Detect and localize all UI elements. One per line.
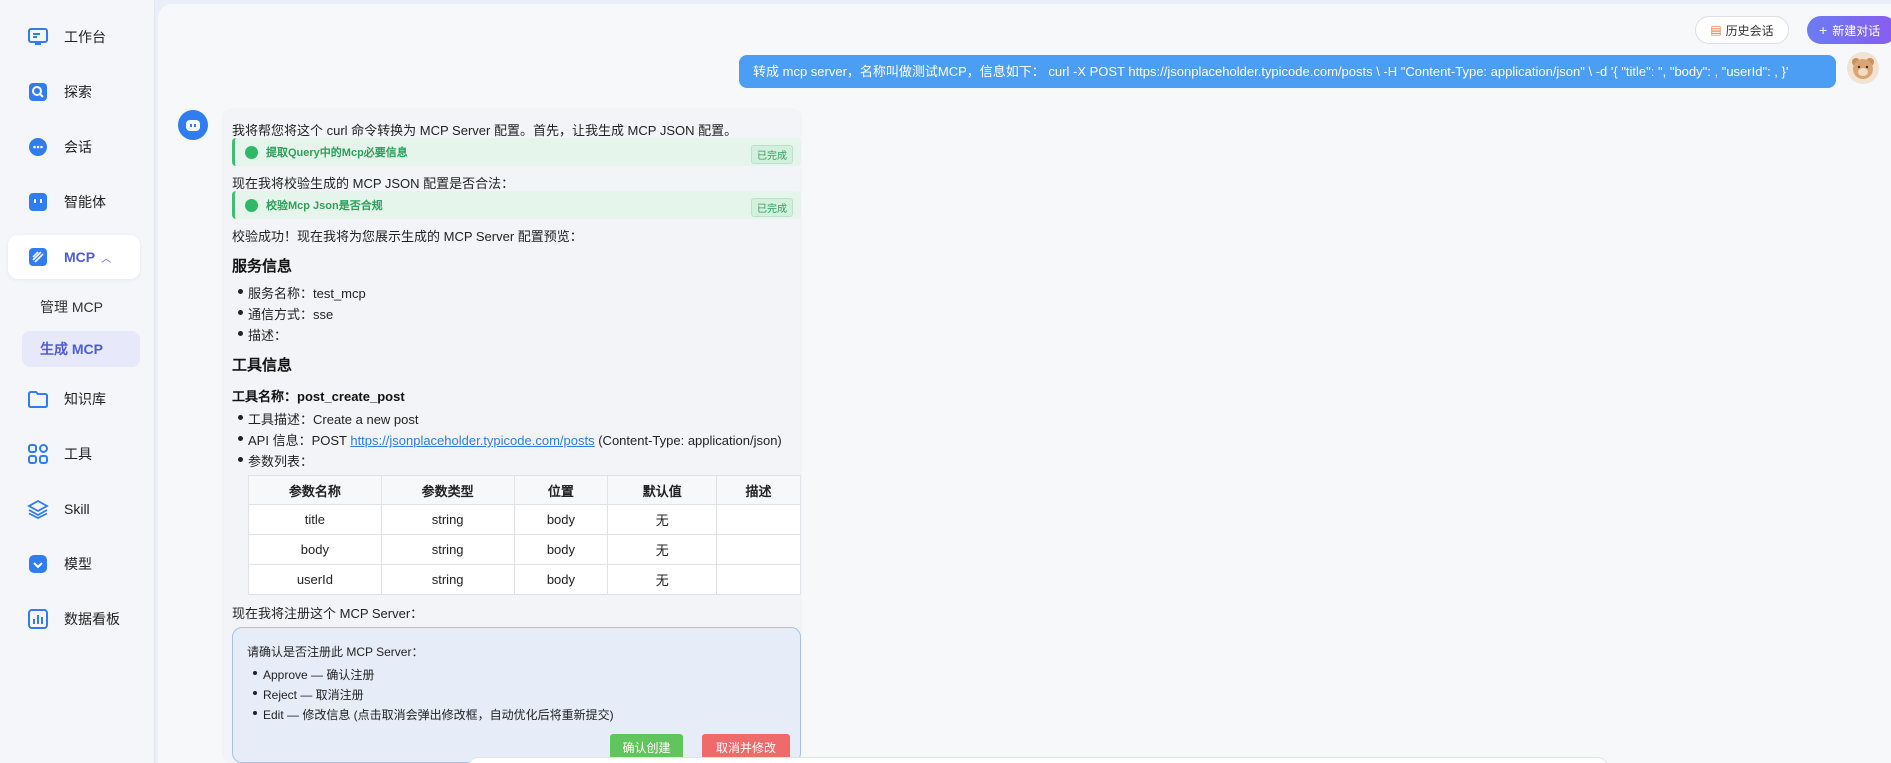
params-table: 参数名称 参数类型 位置 默认值 描述 title string body 无 … bbox=[248, 475, 801, 595]
sidebar: 工作台 探索 会话 智能体 MCP ︿ 管理 MCP 生成 MCP 知识库 工具… bbox=[0, 0, 155, 763]
list-item: Approve — 确认注册 bbox=[252, 668, 375, 682]
chevron-up-icon: ︿ bbox=[101, 253, 112, 265]
sidebar-item-explore[interactable]: 探索 bbox=[8, 70, 140, 114]
sidebar-item-agent[interactable]: 智能体 bbox=[8, 180, 140, 224]
table-cell: 无 bbox=[607, 504, 718, 535]
table-cell: string bbox=[380, 564, 515, 595]
table-cell bbox=[716, 564, 801, 595]
table-cell: body bbox=[513, 504, 609, 535]
grid-icon bbox=[26, 442, 50, 466]
tool-heading: 工具信息 bbox=[232, 357, 293, 374]
robot-icon bbox=[26, 190, 50, 214]
chart-icon bbox=[26, 607, 50, 631]
list-item: 通信方式：sse bbox=[237, 304, 333, 323]
sidebar-item-dashboard[interactable]: 数据看板 bbox=[8, 597, 140, 641]
table-cell bbox=[716, 534, 801, 565]
status-badge: 已完成 bbox=[751, 145, 793, 164]
search-icon bbox=[26, 80, 50, 104]
table-header-row: 参数名称 参数类型 位置 默认值 描述 bbox=[248, 475, 801, 505]
sidebar-item-mcp[interactable]: MCP ︿ bbox=[8, 235, 140, 279]
table-cell: body bbox=[513, 564, 609, 595]
status-badge: 已完成 bbox=[751, 198, 793, 217]
confirm-register-card: 请确认是否注册此 MCP Server： Approve — 确认注册 Reje… bbox=[232, 627, 801, 763]
mcp-icon bbox=[26, 245, 50, 269]
user-message: 转成 mcp server，名称叫做测试MCP，信息如下： curl -X PO… bbox=[739, 55, 1836, 88]
table-row: title string body 无 bbox=[248, 504, 801, 535]
tool-name: 工具名称：post_create_post bbox=[232, 389, 405, 404]
service-heading: 服务信息 bbox=[232, 258, 293, 275]
table-header: 描述 bbox=[716, 475, 801, 505]
step-validate-json[interactable]: 校验Mcp Json是否合规 已完成 bbox=[232, 191, 801, 219]
robot-avatar-icon bbox=[186, 120, 200, 131]
step-extract-info[interactable]: 提取Query中的Mcp必要信息 已完成 bbox=[232, 138, 801, 166]
layers-icon bbox=[26, 497, 50, 521]
sidebar-item-label: 智能体 bbox=[64, 194, 106, 210]
sidebar-item-label: Skill bbox=[64, 501, 90, 517]
sidebar-subitem-manage-mcp[interactable]: 管理 MCP bbox=[22, 289, 140, 325]
table-row: userId string body 无 bbox=[248, 564, 801, 595]
table-cell: userId bbox=[248, 564, 382, 595]
list-item: 描述： bbox=[237, 325, 287, 344]
list-item: Edit — 修改信息 (点击取消会弹出修改框，自动优化后将重新提交) bbox=[253, 708, 614, 722]
bear-avatar-icon bbox=[1852, 58, 1874, 79]
sidebar-item-label: 工作台 bbox=[64, 29, 106, 45]
table-cell bbox=[716, 504, 801, 535]
bot-text-intro: 我将帮您将这个 curl 命令转换为 MCP Server 配置。首先，让我生成… bbox=[232, 123, 738, 138]
api-url-link[interactable]: https://jsonplaceholder.typicode.com/pos… bbox=[350, 433, 594, 448]
table-header: 参数名称 bbox=[248, 475, 382, 505]
list-item: 服务名称：test_mcp bbox=[238, 283, 366, 302]
monitor-icon bbox=[26, 25, 50, 49]
sidebar-item-model[interactable]: 模型 bbox=[8, 542, 140, 586]
sidebar-item-label: 数据看板 bbox=[64, 611, 120, 627]
sidebar-item-tools[interactable]: 工具 bbox=[8, 432, 140, 476]
table-cell: body bbox=[248, 534, 382, 565]
check-circle-icon bbox=[245, 198, 258, 212]
table-cell: 无 bbox=[607, 534, 718, 565]
sidebar-item-label: MCP bbox=[64, 249, 96, 265]
sidebar-item-chat[interactable]: 会话 bbox=[8, 125, 140, 169]
table-header: 参数类型 bbox=[380, 475, 515, 505]
sidebar-item-label: 模型 bbox=[64, 556, 92, 572]
table-header: 默认值 bbox=[607, 475, 718, 505]
table-cell: 无 bbox=[607, 564, 718, 595]
chat-input-box[interactable] bbox=[468, 757, 1608, 763]
new-chat-button[interactable]: + 新建对话 bbox=[1807, 16, 1891, 44]
check-circle-icon bbox=[245, 145, 258, 159]
table-cell: title bbox=[248, 504, 382, 535]
sidebar-item-skill[interactable]: Skill bbox=[8, 487, 140, 531]
table-header: 位置 bbox=[513, 475, 609, 505]
sidebar-item-label: 探索 bbox=[64, 84, 92, 100]
table-cell: body bbox=[513, 534, 609, 565]
folder-icon bbox=[26, 387, 50, 411]
sidebar-item-label: 会话 bbox=[64, 139, 92, 155]
sidebar-item-label: 工具 bbox=[64, 446, 92, 462]
sidebar-item-knowledge[interactable]: 知识库 bbox=[8, 377, 140, 421]
history-icon: ▤ bbox=[1710, 23, 1722, 37]
sidebar-item-label: 知识库 bbox=[64, 391, 106, 407]
list-item: Reject — 取消注册 bbox=[253, 688, 364, 702]
bot-text-register: 现在我将注册这个 MCP Server： bbox=[232, 606, 424, 621]
model-icon bbox=[26, 552, 50, 576]
list-item-api: API 信息：POST https://jsonplaceholder.typi… bbox=[238, 430, 782, 449]
bot-text-preview: 校验成功！现在我将为您展示生成的 MCP Server 配置预览： bbox=[232, 229, 583, 244]
plus-icon: + bbox=[1819, 22, 1828, 38]
table-cell: string bbox=[380, 504, 515, 535]
list-item: 工具描述：Create a new post bbox=[238, 409, 419, 428]
sidebar-subitem-generate-mcp[interactable]: 生成 MCP bbox=[22, 331, 140, 367]
table-row: body string body 无 bbox=[248, 534, 801, 565]
user-avatar[interactable] bbox=[1847, 52, 1879, 84]
history-button[interactable]: ▤ 历史会话 bbox=[1695, 16, 1789, 44]
sidebar-item-workbench[interactable]: 工作台 bbox=[8, 15, 140, 59]
bot-avatar bbox=[178, 110, 208, 140]
table-cell: string bbox=[380, 534, 515, 565]
list-item: 参数列表： bbox=[237, 451, 313, 470]
bot-text-validate: 现在我将校验生成的 MCP JSON 配置是否合法： bbox=[232, 176, 515, 191]
chat-icon bbox=[26, 135, 50, 159]
confirm-title: 请确认是否注册此 MCP Server： bbox=[247, 645, 424, 659]
